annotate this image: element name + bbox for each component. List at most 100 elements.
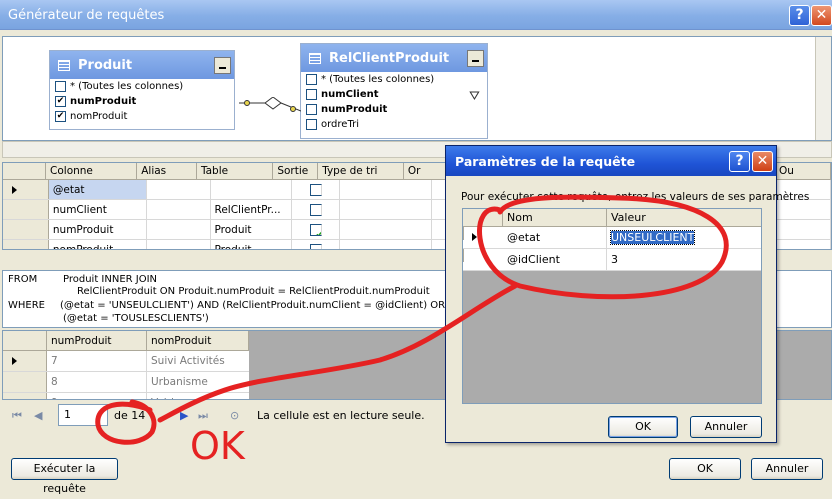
criteria-cell-sortie[interactable] [292, 180, 341, 199]
results-row[interactable]: 8 Urbanisme [3, 372, 249, 393]
criteria-cell-sortie[interactable] [292, 200, 341, 219]
criteria-cell-tri[interactable] [340, 220, 432, 239]
checkbox-checked-icon[interactable]: ✔ [55, 96, 66, 107]
parameter-name: @etat [503, 227, 607, 249]
table-relclientproduit-name: RelClientProduit [329, 50, 450, 66]
table-relclientproduit-header[interactable]: RelClientProduit [301, 44, 487, 72]
execute-query-button[interactable]: Exécuter la requête [11, 458, 118, 495]
last-record-icon[interactable]: ⏭ [198, 409, 208, 423]
criteria-column-header: Alias [137, 163, 197, 179]
checkbox-icon[interactable] [306, 104, 317, 115]
criteria-cell-alias[interactable] [147, 180, 211, 199]
previous-record-icon[interactable]: ◀ [34, 409, 42, 422]
dialog-cancel-button[interactable]: Annuler [690, 416, 762, 438]
close-button[interactable]: ✕ [811, 5, 832, 26]
status-text: La cellule est en lecture seule. [257, 409, 425, 422]
criteria-cell-sortie[interactable]: ✔ [292, 220, 341, 239]
table-column-item[interactable]: numProduit [301, 102, 487, 117]
diagram-vertical-scrollbar[interactable] [815, 37, 831, 140]
parameter-value-input[interactable]: UNSEULCLIENT [607, 227, 761, 249]
question-icon: ? [735, 153, 744, 169]
table-produit[interactable]: Produit * (Toutes les colonnes) ✔ numProdu… [49, 50, 235, 130]
table-grid-icon [309, 52, 321, 64]
dialog-close-button[interactable]: ✕ [752, 151, 773, 172]
row-selector[interactable] [463, 227, 464, 240]
checkbox-checked-icon[interactable]: ✔ [55, 111, 66, 122]
checkbox-icon[interactable] [306, 74, 317, 85]
checkbox-checked-icon[interactable]: ✔ [310, 244, 323, 249]
dialog-help-button[interactable]: ? [729, 151, 750, 172]
diagram-pane[interactable]: Produit * (Toutes les colonnes) ✔ numProdu… [2, 36, 832, 141]
results-cell-numproduit[interactable]: 9 [47, 393, 147, 399]
row-selector[interactable] [3, 393, 47, 399]
criteria-cell-tri[interactable] [340, 240, 432, 249]
dialog-ok-button[interactable]: OK [608, 416, 678, 438]
criteria-cell-table[interactable]: Produit [211, 240, 293, 249]
checkbox-icon[interactable] [55, 81, 66, 92]
next-record-icon[interactable]: ▶ [180, 409, 188, 422]
page-input[interactable]: 1 [58, 404, 108, 426]
results-cell-nomproduit[interactable]: Suivi Activités [147, 351, 249, 371]
first-record-icon[interactable]: ⏮ [12, 409, 22, 423]
results-cell-numproduit[interactable]: 7 [47, 351, 147, 371]
criteria-cell-alias[interactable] [147, 240, 211, 249]
criteria-cell-tri[interactable] [340, 200, 432, 219]
criteria-cell-colonne[interactable]: numProduit [49, 220, 147, 239]
table-produit-header[interactable]: Produit [50, 51, 234, 79]
table-column-label: numProduit [321, 104, 388, 115]
cancel-button[interactable]: Annuler [751, 458, 823, 480]
parameter-value-input[interactable]: 3 [607, 249, 761, 271]
criteria-column-header: Ou [775, 163, 831, 179]
question-icon: ? [795, 7, 804, 23]
row-selector[interactable] [3, 200, 49, 219]
criteria-cell-table[interactable] [211, 180, 293, 199]
criteria-cell-table[interactable]: RelClientPr... [211, 200, 293, 219]
minimize-table-button[interactable] [467, 49, 484, 67]
minimize-table-button[interactable] [214, 56, 231, 74]
checkbox-icon[interactable] [306, 119, 317, 130]
table-column-item[interactable]: ordreTri [301, 117, 487, 132]
row-selector[interactable] [3, 180, 49, 199]
checkbox-checked-icon[interactable]: ✔ [310, 224, 323, 236]
ok-button[interactable]: OK [669, 458, 741, 480]
row-selector[interactable] [3, 220, 49, 239]
checkbox-icon[interactable] [310, 184, 323, 196]
parameter-row[interactable]: @idClient 3 [463, 249, 761, 271]
results-row[interactable]: 9Voirie [3, 393, 249, 399]
sql-keyword-from: FROM [8, 274, 38, 285]
criteria-cell-alias[interactable] [147, 220, 211, 239]
checkbox-icon[interactable] [310, 204, 323, 216]
results-col-numproduit: numProduit [47, 331, 147, 350]
criteria-cell-colonne[interactable]: numClient [49, 200, 147, 219]
parameter-row[interactable]: @etat UNSEULCLIENT [463, 227, 761, 249]
results-col-nomproduit: nomProduit [147, 331, 249, 350]
criteria-column-header: Sortie [273, 163, 319, 179]
results-row[interactable]: 7 Suivi Activités [3, 351, 249, 372]
criteria-cell-colonne[interactable]: @etat [48, 180, 147, 199]
help-button[interactable]: ? [789, 5, 810, 26]
parameters-grid[interactable]: Nom Valeur @etat UNSEULCLIENT @idClient 3 [462, 208, 762, 404]
criteria-cell-tri[interactable] [340, 180, 432, 199]
table-relclientproduit[interactable]: RelClientProduit * (Toutes les colonnes)… [300, 43, 488, 139]
table-column-item[interactable]: ✔ nomProduit [50, 109, 234, 124]
row-selector[interactable] [3, 372, 47, 392]
row-selector[interactable] [3, 240, 49, 249]
row-selector[interactable] [463, 249, 464, 262]
results-cell-numproduit[interactable]: 8 [47, 372, 147, 392]
criteria-cell-colonne[interactable]: nomProduit [49, 240, 147, 249]
results-cell-nomproduit[interactable]: Urbanisme [147, 372, 249, 392]
row-selector[interactable] [3, 351, 47, 371]
criteria-cell-table[interactable]: Produit [211, 220, 293, 239]
table-column-item[interactable]: numClient [301, 87, 487, 102]
stop-icon[interactable]: ⊙ [230, 409, 239, 422]
table-column-item[interactable]: * (Toutes les colonnes) [50, 79, 234, 94]
results-cell-nomproduit[interactable]: Voirie [147, 393, 249, 399]
checkbox-icon[interactable] [306, 89, 317, 100]
parameters-dialog: Paramètres de la requête ? ✕ Pour exécut… [445, 145, 809, 443]
criteria-cell-alias[interactable] [147, 200, 211, 219]
criteria-cell-sortie[interactable]: ✔ [292, 240, 341, 249]
join-connector-icon[interactable] [239, 97, 301, 121]
table-column-label: * (Toutes les colonnes) [321, 74, 435, 85]
table-column-item[interactable]: ✔ numProduit [50, 94, 234, 109]
table-column-item[interactable]: * (Toutes les colonnes) [301, 72, 487, 87]
